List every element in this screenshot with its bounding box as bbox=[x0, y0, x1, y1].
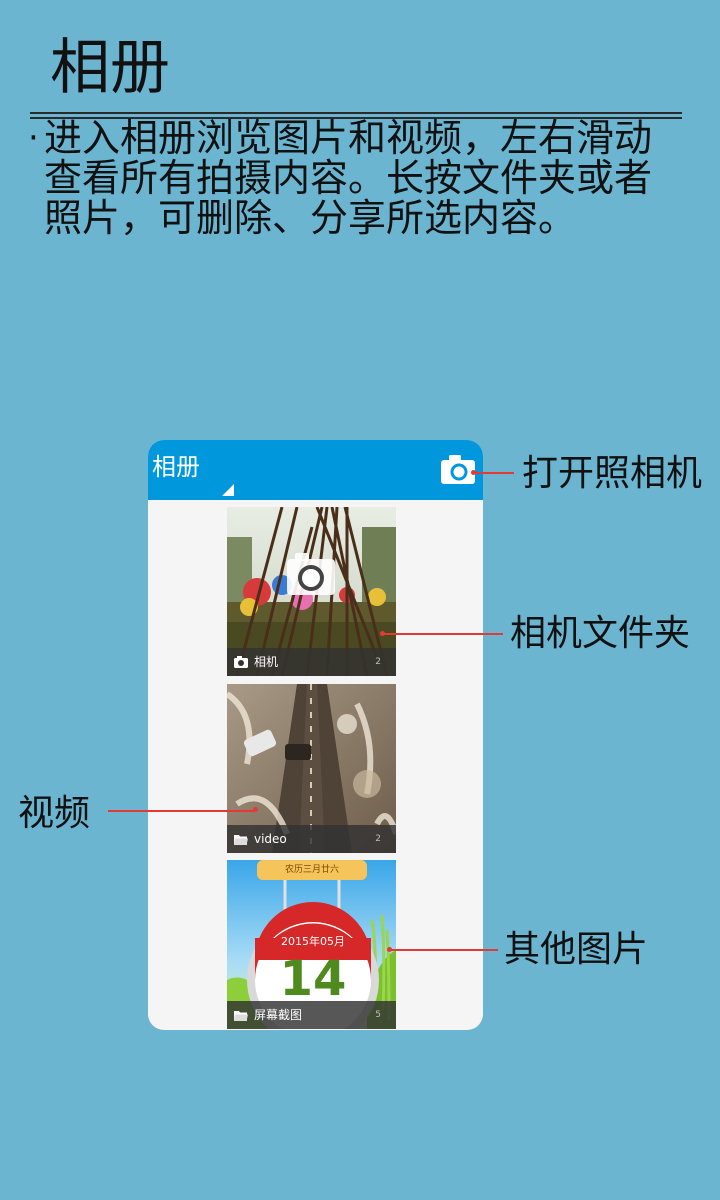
album-name: video bbox=[254, 832, 287, 846]
album-video[interactable]: video 2 bbox=[227, 684, 396, 853]
callout-line-other-pictures bbox=[390, 949, 498, 951]
album-camera[interactable]: 相机 2 bbox=[227, 507, 396, 676]
folder-icon bbox=[234, 1011, 248, 1021]
callout-video: 视频 bbox=[18, 793, 91, 834]
album-screenshots[interactable]: 农历三月廿六 2015年05月 14 屏幕截图 5 bbox=[227, 860, 396, 1029]
bullet-marker: · bbox=[28, 118, 39, 158]
album-count: 2 bbox=[375, 657, 381, 667]
callout-dot-video bbox=[253, 807, 258, 812]
description-text: 进入相册浏览图片和视频，左右滑动查看所有拍摄内容。长按文件夹或者照片，可删除、分… bbox=[44, 116, 653, 240]
app-bar: 相册 bbox=[148, 440, 483, 500]
callout-other-pictures: 其他图片 bbox=[504, 929, 649, 970]
callout-camera-folder: 相机文件夹 bbox=[510, 613, 691, 654]
calendar-day: 14 bbox=[279, 951, 347, 1007]
album-info-bar: video 2 bbox=[227, 825, 396, 853]
callout-line-camera bbox=[474, 472, 514, 474]
album-name: 相机 bbox=[254, 655, 279, 669]
album-count: 2 bbox=[375, 834, 381, 844]
callout-line-camera-folder bbox=[383, 633, 503, 635]
camera-icon bbox=[234, 656, 248, 668]
callout-line-video bbox=[108, 810, 254, 812]
app-title[interactable]: 相册 bbox=[152, 452, 200, 482]
album-count: 5 bbox=[375, 1010, 381, 1020]
album-name: 屏幕截图 bbox=[254, 1008, 303, 1022]
title-divider-top bbox=[30, 112, 682, 114]
page-title: 相册 bbox=[50, 33, 170, 103]
calendar-month: 2015年05月 bbox=[281, 935, 345, 948]
album-info-bar: 屏幕截图 5 bbox=[227, 1001, 396, 1029]
callout-open-camera: 打开照相机 bbox=[522, 453, 703, 494]
dropdown-indicator-icon[interactable] bbox=[222, 484, 234, 496]
album-info-bar: 相机 2 bbox=[227, 648, 396, 676]
folder-icon bbox=[234, 835, 248, 845]
gallery-phone-screen: 相册 相机 2 video 2 农历三月廿六 2015年05月 14 屏幕截图 … bbox=[148, 440, 483, 1030]
calendar-banner: 农历三月廿六 bbox=[284, 865, 339, 875]
